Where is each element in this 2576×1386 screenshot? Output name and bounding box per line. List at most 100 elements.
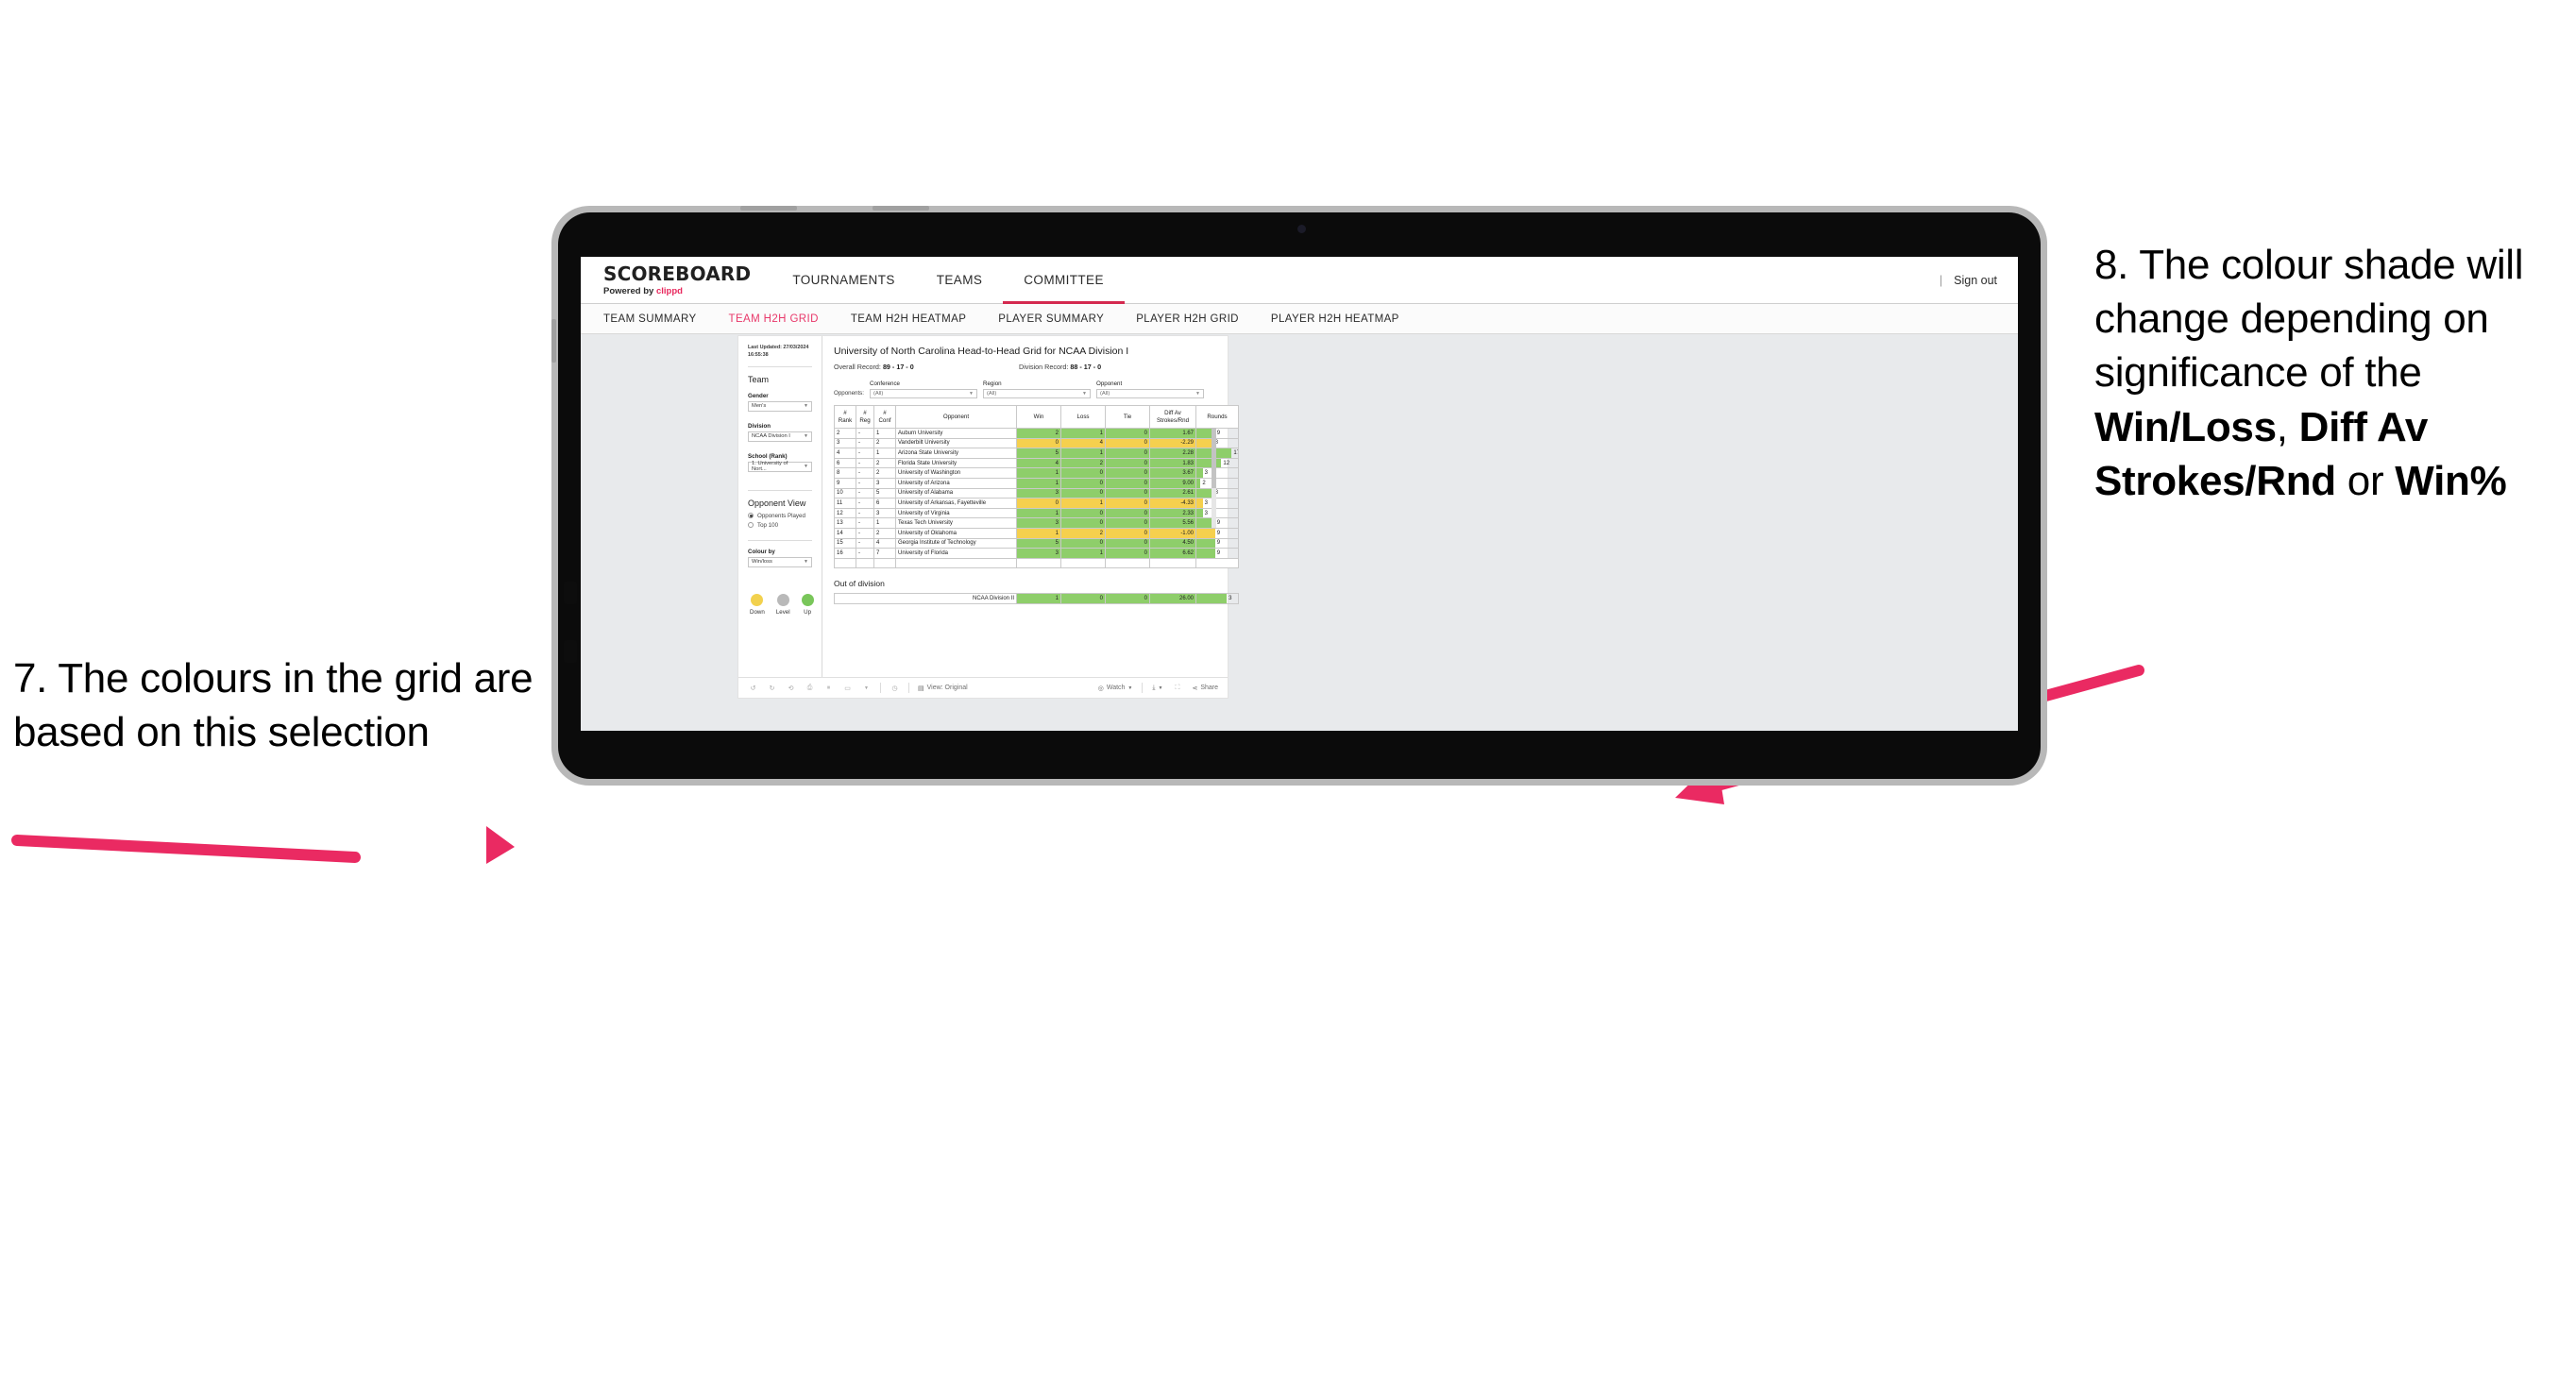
subnav-item-team-summary[interactable]: TEAM SUMMARY [603,313,697,325]
watch-button[interactable]: ◎ Watch ▼ [1098,685,1133,692]
share-label: Share [1200,685,1218,691]
view-original-button[interactable]: ▤ View: Original [918,685,968,692]
topnav-item-teams[interactable]: TEAMS [916,257,1004,303]
table-row[interactable]: 2-1 Auburn University 2 1 0 1.67 9 [834,428,1239,439]
share-icon: ⋖ [1192,685,1198,692]
annotation-right: 8. The colour shade will change dependin… [2094,238,2576,508]
cell-loss: 0 [1060,517,1106,529]
grid-scrollbar[interactable] [1212,428,1216,528]
division-select[interactable]: NCAA Division I ▼ [748,431,812,442]
filter-conference-select[interactable]: (All) ▼ [870,389,977,398]
colour-by-value: Win/loss [752,559,772,566]
watch-label: Watch [1106,685,1126,691]
filter-opponent-select[interactable]: (All) ▼ [1096,389,1204,398]
cell-rounds: 9 [1195,527,1239,539]
brand-title: SCOREBOARD [603,262,752,285]
cell-opponent: University of Florida [895,548,1017,559]
toolbar-divider-1 [880,683,881,693]
download-button[interactable]: ⤓ ▼ [1152,685,1162,692]
cell-rank: 9 [834,477,856,489]
cell-reg: - [856,437,874,449]
rounds-bar [1196,439,1213,448]
radio-top-100[interactable]: Top 100 [748,522,812,529]
cell-rounds: 3 [1195,467,1239,479]
grid-scrollbar-thumb[interactable] [1212,428,1216,488]
filter-region-select[interactable]: (All) ▼ [983,389,1091,398]
table-row[interactable]: 11-6 University of Arkansas, Fayetteville… [834,498,1239,509]
table-row[interactable]: 16-7 University of Florida 3 1 0 6.62 9 [834,548,1239,559]
fullscreen-icon[interactable]: ⛶ [1172,683,1182,693]
table-row[interactable]: 3-2 Vanderbilt University 0 4 0 -2.29 8 [834,437,1239,449]
volume-down-button[interactable] [564,640,577,663]
col-win: Win [1016,405,1061,429]
cell-rank: 2 [834,428,856,439]
subnav-item-player-h2h-grid[interactable]: PLAYER H2H GRID [1136,313,1239,325]
cell-rank: 10 [834,487,856,499]
topnav-item-committee[interactable]: COMMITTEE [1003,257,1125,304]
cell-tie: 0 [1105,437,1150,449]
legend-label-level: Level [775,608,790,616]
cell-rounds: 9 [1195,548,1239,559]
redo-icon[interactable]: ↻ [767,683,777,693]
cell-reg: - [856,428,874,439]
rounds-value: 3 [1204,470,1208,477]
header-divider: | [1939,273,1943,287]
rounds-bar [1196,468,1203,478]
division-record-value: 88 - 17 - 0 [1070,363,1102,371]
cell-win: 1 [1016,527,1061,539]
chevron-down-icon: ▼ [1127,685,1133,691]
page-title: University of North Carolina Head-to-Hea… [834,346,1129,357]
share-button[interactable]: ⋖ Share [1192,685,1218,692]
subnav-item-team-h2h-grid[interactable]: TEAM H2H GRID [729,313,819,325]
cell-tie: 0 [1105,467,1150,479]
colour-by-select[interactable]: Win/loss ▼ [748,556,812,567]
filter-conference-value: (All) [873,391,884,397]
cell-conf: 3 [873,477,896,489]
subnav-item-team-h2h-heatmap[interactable]: TEAM H2H HEATMAP [851,313,966,325]
cell-diff: -2.29 [1149,437,1196,449]
header-right: | Sign out [1940,257,2018,303]
school-select[interactable]: 1. University of Nort... ▼ [748,461,812,472]
pause-updates-icon[interactable]: ⏸ [823,683,834,693]
table-row[interactable]: 13-1 Texas Tech University 3 0 0 5.56 9 [834,517,1239,529]
chevron-down-icon: ▼ [1158,685,1163,691]
history-icon[interactable]: ◷ [890,683,900,693]
revert-icon[interactable]: ⟲ [786,683,796,693]
radio-opponents-played[interactable]: Opponents Played [748,513,812,519]
cell-loss: 1 [1060,498,1106,509]
filter-opponent-label: Opponent [1096,380,1123,387]
table-row[interactable]: 4-1Arizona State University5102.2817 [834,448,1239,459]
cell-rounds: 8 [1195,487,1239,499]
undo-icon[interactable]: ↺ [748,683,758,693]
subnav-item-player-h2h-heatmap[interactable]: PLAYER H2H HEATMAP [1271,313,1399,325]
table-row[interactable]: 9-3 University of Arizona 1 0 0 9.00 2 [834,477,1239,489]
cell-conf: 1 [873,517,896,529]
tablet-device: SCOREBOARD Powered by clippd TOURNAMENTS… [551,206,2047,786]
sign-out-link[interactable]: Sign out [1954,274,1997,287]
table-row[interactable]: 12-3 University of Virginia 1 0 0 2.33 3 [834,507,1239,519]
table-row[interactable]: 14-2 University of Oklahoma 1 2 0 -1.00 9 [834,527,1239,539]
table-row[interactable]: 6-2 Florida State University 4 2 0 1.83 12 [834,457,1239,469]
col-diff-l2: Strokes/Rnd [1156,416,1190,424]
table-row[interactable]: 15-4 Georgia Institute of Technology 5 0 0 4.… [834,537,1239,549]
legend-label-down: Down [750,608,765,616]
sidebar-divider-1 [748,365,812,367]
custom-view-icon[interactable]: ▭ [842,683,853,693]
cell-tie: 0 [1105,548,1150,559]
cell-rank: 15 [834,537,856,549]
chevron-down-icon[interactable]: ▼ [861,683,872,693]
tablet-screen: SCOREBOARD Powered by clippd TOURNAMENTS… [581,257,2018,731]
topnav-item-tournaments[interactable]: TOURNAMENTS [771,257,915,303]
volume-up-button[interactable] [564,582,577,604]
tablet-antenna-top-right [873,206,929,211]
cell-loss: 0 [1060,487,1106,499]
table-row[interactable]: 8-2 University of Washington 1 0 0 3.67 3 [834,467,1239,479]
col-rank-l2: Rank [838,416,853,424]
subnav-item-player-summary[interactable]: PLAYER SUMMARY [998,313,1104,325]
h2h-grid-header-row: # Rank # Reg # Conf Opponent Win Loss Ti… [834,405,1239,429]
ood-name: NCAA Division II [834,593,1017,605]
refresh-icon[interactable]: ⎙ [805,683,815,693]
table-row[interactable]: 10-5 University of Alabama 3 0 0 2.61 8 [834,487,1239,499]
cell-loss: 1 [1060,548,1106,559]
gender-select[interactable]: Men's ▼ [748,400,812,412]
